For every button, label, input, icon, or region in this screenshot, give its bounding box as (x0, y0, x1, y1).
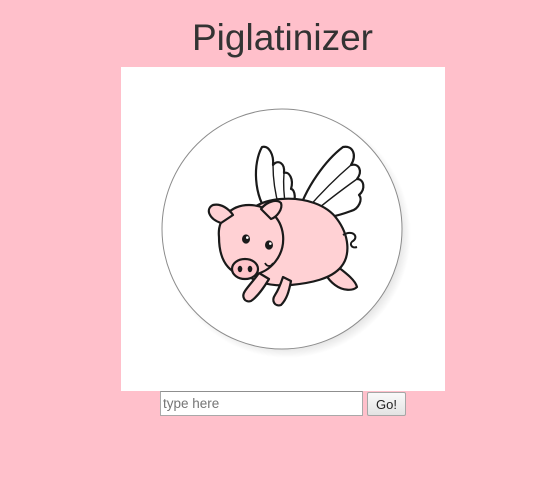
pig-snout (230, 257, 260, 281)
flying-pig-illustration (161, 108, 411, 358)
text-input[interactable] (160, 391, 363, 416)
page-title: Piglatinizer (192, 17, 373, 58)
go-button[interactable]: Go! (367, 392, 406, 416)
flying-pig-image (121, 67, 445, 391)
page: Piglatinizer type here Go! (0, 0, 555, 502)
